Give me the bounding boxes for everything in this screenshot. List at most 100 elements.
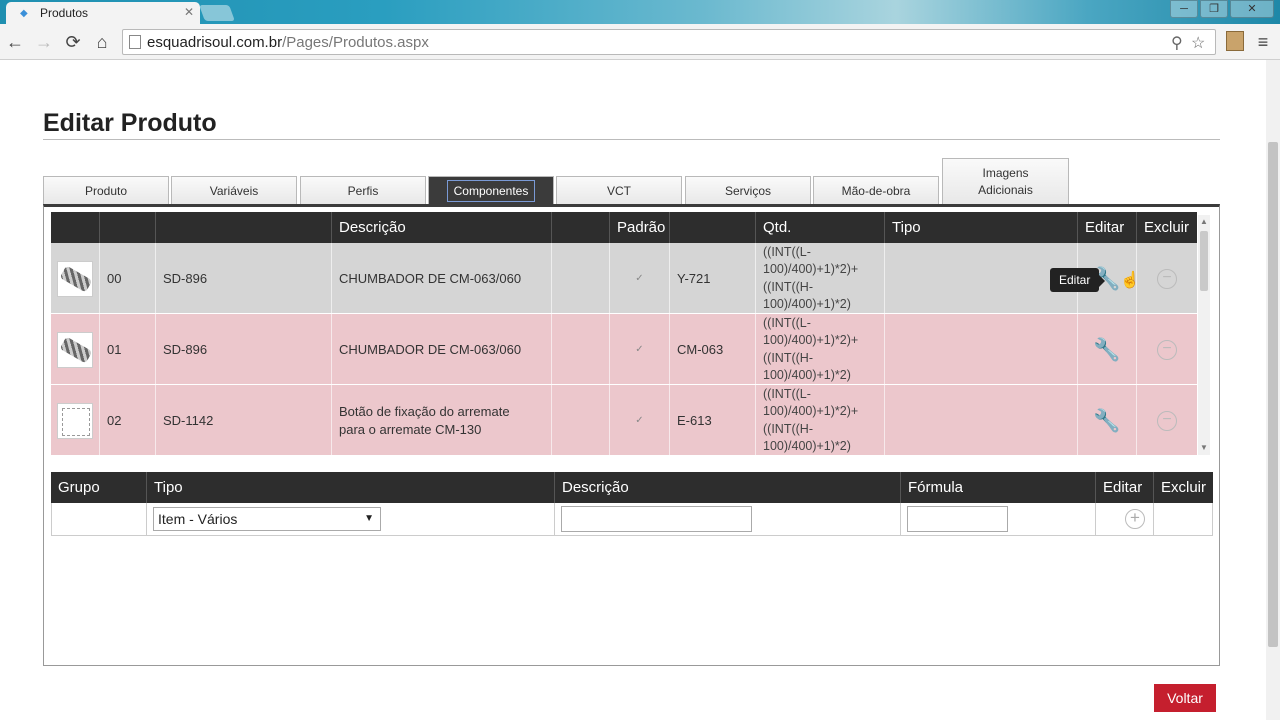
header-descricao[interactable]: Descrição xyxy=(332,212,552,243)
delete-cell: − xyxy=(1137,385,1197,456)
header-tipo: Tipo xyxy=(147,472,555,503)
tab-vct[interactable]: VCT xyxy=(556,176,682,204)
tab-imagens-adicionais[interactable]: Imagens Adicionais xyxy=(942,158,1069,204)
close-window-button[interactable]: ✕ xyxy=(1230,0,1274,18)
star-icon[interactable]: ☆ xyxy=(1191,33,1205,53)
header-excluir: Excluir xyxy=(1144,219,1190,236)
header-code xyxy=(156,212,332,243)
minus-circle-icon[interactable]: − xyxy=(1157,410,1177,431)
tab-servicos[interactable]: Serviços xyxy=(685,176,811,204)
reload-icon[interactable]: ⟳ xyxy=(62,32,84,52)
tipo-cell xyxy=(885,385,1078,456)
add-cell: + xyxy=(1096,503,1154,535)
minus-circle-icon[interactable]: − xyxy=(1157,339,1177,360)
header-editar: Editar xyxy=(1078,212,1137,243)
page-scrollbar[interactable] xyxy=(1266,60,1280,720)
edit-cell: 🔧 xyxy=(1078,314,1137,385)
ref-cell: Y-721 xyxy=(670,243,756,314)
window-controls: ─ ❐ ✕ xyxy=(1168,0,1274,18)
padrao-cell: ✓ xyxy=(610,314,670,385)
header-blank xyxy=(552,212,610,243)
product-thumbnail xyxy=(57,331,93,368)
groups-grid: Grupo Tipo Descrição Fórmula Editar Excl… xyxy=(51,472,1213,536)
qtd-cell: ((INT((L- 100)/400)+1)*2)+ ((INT((H- 100)/4… xyxy=(756,385,885,456)
url-text[interactable]: esquadrisoul.com.br/Pages/Produtos.aspx xyxy=(147,34,429,51)
formula-input[interactable] xyxy=(907,506,1008,532)
browser-toolbar: ← → ⟳ ⌂ esquadrisoul.com.br/Pages/Produt… xyxy=(0,24,1280,60)
maximize-button[interactable]: ❐ xyxy=(1200,0,1228,18)
header-editar: Editar xyxy=(1096,472,1154,503)
tab-variaveis[interactable]: Variáveis xyxy=(171,176,297,204)
delete-cell: − xyxy=(1137,314,1197,385)
header-excluir: Excluir xyxy=(1161,479,1207,496)
components-grid-header: Descrição Padrão Qtd. Tipo Editar Exclui… xyxy=(51,212,1197,243)
wrench-icon[interactable]: 🔧 xyxy=(1093,408,1120,434)
header-qtd[interactable]: Qtd. xyxy=(756,212,885,243)
grid-scrollbar-thumb[interactable] xyxy=(1200,231,1208,291)
description-cell: CHUMBADOR DE CM-063/060 xyxy=(332,243,552,314)
padrao-cell: ✓ xyxy=(610,243,670,314)
hand-cursor-icon: ☝ xyxy=(1120,272,1140,289)
descricao-input[interactable] xyxy=(561,506,752,532)
wrench-icon[interactable]: 🔧 xyxy=(1093,337,1120,363)
ref-cell: E-613 xyxy=(670,385,756,456)
groups-insert-row: Item - Vários ▼ + xyxy=(51,503,1213,536)
minus-circle-icon[interactable]: − xyxy=(1157,268,1177,289)
check-icon: ✓ xyxy=(635,273,644,284)
table-row[interactable]: 02 SD-1142 Botão de fixação do arremate p… xyxy=(51,385,1197,456)
header-padrao[interactable]: Padrão xyxy=(610,212,670,243)
header-formula: Fórmula xyxy=(901,472,1096,503)
descricao-cell xyxy=(555,503,901,535)
header-descricao: Descrição xyxy=(555,472,901,503)
header-ref xyxy=(670,212,756,243)
page-scrollbar-thumb[interactable] xyxy=(1268,142,1278,647)
check-icon: ✓ xyxy=(635,415,644,426)
address-bar[interactable]: esquadrisoul.com.br/Pages/Produtos.aspx … xyxy=(122,29,1216,55)
new-tab-button[interactable] xyxy=(199,5,235,21)
header-grupo: Grupo xyxy=(51,472,147,503)
menu-icon[interactable]: ≡ xyxy=(1252,32,1274,52)
browser-tab[interactable]: ◆ Produtos ✕ xyxy=(6,2,200,24)
page-icon xyxy=(129,35,141,49)
home-icon[interactable]: ⌂ xyxy=(91,32,113,52)
browser-titlebar: ◆ Produtos ✕ ─ ❐ ✕ xyxy=(0,0,1280,24)
seq-cell: 01 xyxy=(100,314,156,385)
select-arrow-icon: ▼ xyxy=(364,513,374,524)
tab-componentes[interactable]: Componentes xyxy=(428,176,554,204)
blank-cell xyxy=(552,314,610,385)
groups-grid-header: Grupo Tipo Descrição Fórmula Editar Excl… xyxy=(51,472,1213,503)
scroll-up-icon[interactable]: ▲ xyxy=(1200,217,1208,226)
title-divider xyxy=(43,139,1220,140)
header-tipo[interactable]: Tipo xyxy=(885,212,1078,243)
ref-cell: CM-063 xyxy=(670,314,756,385)
edit-tooltip: Editar xyxy=(1050,268,1106,292)
description-cell: CHUMBADOR DE CM-063/060 xyxy=(332,314,552,385)
search-icon[interactable]: ⚲ xyxy=(1171,33,1183,53)
plus-circle-icon[interactable]: + xyxy=(1125,509,1145,529)
minimize-button[interactable]: ─ xyxy=(1170,0,1198,18)
grid-scrollbar[interactable]: ▲ ▼ xyxy=(1198,215,1210,455)
thumb-cell xyxy=(51,243,100,314)
components-grid: Descrição Padrão Qtd. Tipo Editar Exclui… xyxy=(51,212,1197,456)
close-tab-icon[interactable]: ✕ xyxy=(184,5,194,19)
tipo-cell: Item - Vários ▼ xyxy=(147,503,555,535)
check-icon: ✓ xyxy=(635,344,644,355)
formula-cell xyxy=(901,503,1096,535)
thumb-cell xyxy=(51,385,100,456)
table-row[interactable]: 01 SD-896 CHUMBADOR DE CM-063/060 ✓ CM-0… xyxy=(51,314,1197,385)
table-row[interactable]: 00 SD-896 CHUMBADOR DE CM-063/060 ✓ Y-72… xyxy=(51,243,1197,314)
voltar-button[interactable]: Voltar xyxy=(1154,684,1216,712)
edit-cell: 🔧 xyxy=(1078,385,1137,456)
padrao-cell: ✓ xyxy=(610,385,670,456)
back-icon[interactable]: ← xyxy=(4,32,26,52)
tab-perfis[interactable]: Perfis xyxy=(300,176,426,204)
forward-icon[interactable]: → xyxy=(33,32,55,52)
tipo-select[interactable]: Item - Vários ▼ xyxy=(153,507,381,531)
tab-mao-de-obra[interactable]: Mão-de-obra xyxy=(813,176,939,204)
grupo-cell xyxy=(52,503,147,535)
scroll-down-icon[interactable]: ▼ xyxy=(1200,443,1208,452)
product-thumbnail xyxy=(57,260,93,297)
tab-produto[interactable]: Produto xyxy=(43,176,169,204)
code-cell: SD-1142 xyxy=(156,385,332,456)
extension-icon[interactable] xyxy=(1226,31,1244,51)
